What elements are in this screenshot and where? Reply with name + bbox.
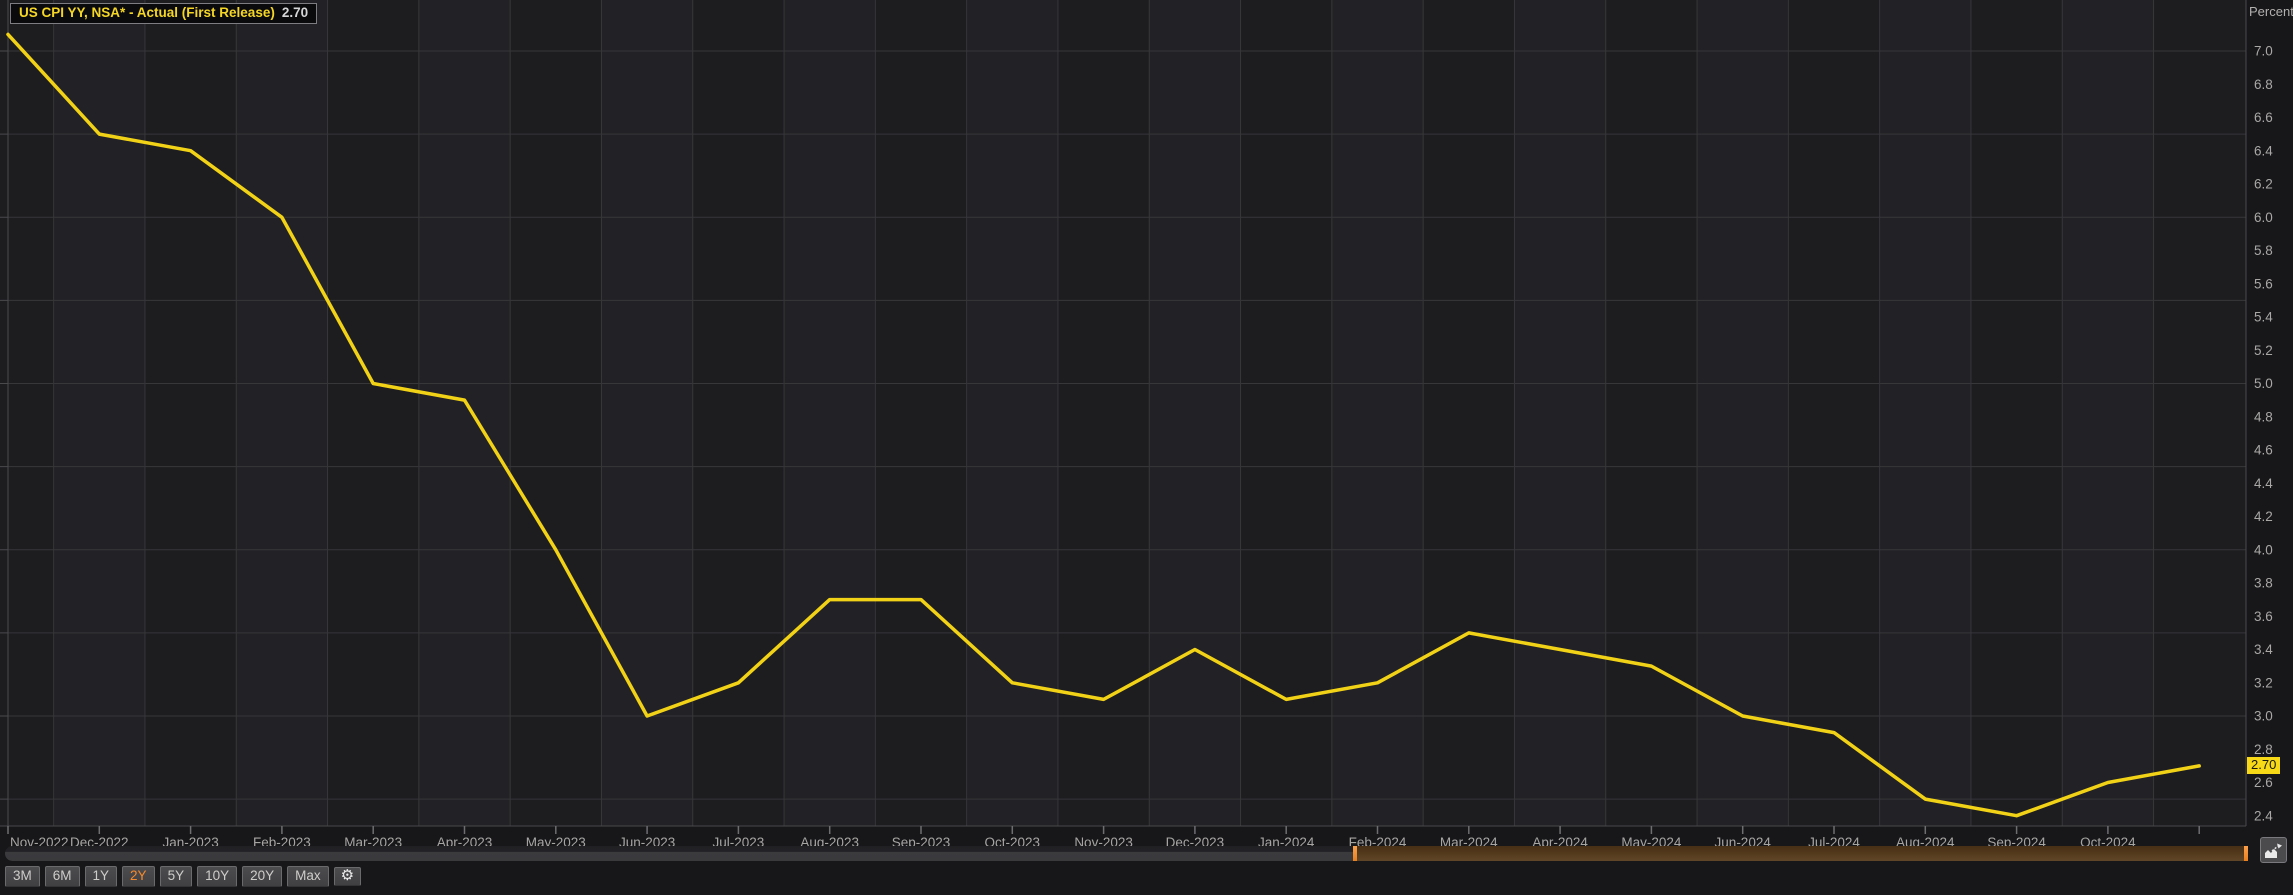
y-tick-label: 5.4 bbox=[2254, 310, 2273, 325]
y-tick-label: 2.4 bbox=[2254, 808, 2273, 823]
month-band bbox=[1332, 0, 1423, 826]
month-band bbox=[1697, 0, 1788, 826]
y-tick-label: 5.2 bbox=[2254, 343, 2273, 358]
y-tick-label: 4.8 bbox=[2254, 409, 2273, 424]
y-tick-label: 4.6 bbox=[2254, 443, 2273, 458]
y-tick-label: 7.0 bbox=[2254, 44, 2273, 59]
range-button-1y[interactable]: 1Y bbox=[85, 866, 118, 887]
scrollbar-track[interactable] bbox=[5, 846, 1353, 861]
y-axis-unit-label: Percent bbox=[2249, 4, 2293, 19]
month-band bbox=[2062, 0, 2153, 826]
cpi-chart-window: Nov-2022Dec-2022Jan-2023Feb-2023Mar-2023… bbox=[0, 0, 2293, 895]
gear-icon[interactable]: ⚙ bbox=[334, 867, 361, 886]
month-band bbox=[236, 0, 327, 826]
range-button-5y[interactable]: 5Y bbox=[160, 866, 193, 887]
y-tick-label: 6.6 bbox=[2254, 110, 2273, 125]
y-tick-label: 4.0 bbox=[2254, 542, 2273, 557]
last-value-badge: 2.70 bbox=[2247, 757, 2280, 774]
y-tick-label: 5.0 bbox=[2254, 376, 2273, 391]
y-tick-label: 5.8 bbox=[2254, 243, 2273, 258]
y-tick-label: 3.8 bbox=[2254, 576, 2273, 591]
range-button-bar: 3M6M1Y2Y5Y10Y20YMax ⚙ bbox=[5, 866, 361, 887]
scrollbar-selected-range[interactable] bbox=[1353, 846, 2248, 861]
range-button-10y[interactable]: 10Y bbox=[197, 866, 237, 887]
y-tick-label: 4.4 bbox=[2254, 476, 2273, 491]
y-tick-label: 5.6 bbox=[2254, 276, 2273, 291]
range-button-2y[interactable]: 2Y bbox=[122, 866, 155, 887]
y-tick-label: 2.6 bbox=[2254, 775, 2273, 790]
month-band bbox=[1880, 0, 1971, 826]
range-button-3m[interactable]: 3M bbox=[5, 866, 40, 887]
y-tick-label: 3.6 bbox=[2254, 609, 2273, 624]
scrollbar-right-handle[interactable] bbox=[2244, 846, 2248, 861]
y-tick-label: 2.8 bbox=[2254, 742, 2273, 757]
chart-with-arrow-icon bbox=[2264, 842, 2283, 859]
y-tick-label: 3.4 bbox=[2254, 642, 2273, 657]
series-last-value: 2.70 bbox=[282, 5, 308, 20]
y-tick-label: 3.2 bbox=[2254, 675, 2273, 690]
month-band bbox=[54, 0, 145, 826]
month-band bbox=[1149, 0, 1240, 826]
month-band bbox=[1514, 0, 1605, 826]
time-range-scrollbar[interactable] bbox=[5, 846, 2248, 861]
range-button-6m[interactable]: 6M bbox=[45, 866, 80, 887]
y-tick-label: 3.0 bbox=[2254, 709, 2273, 724]
series-legend[interactable]: US CPI YY, NSA* - Actual (First Release)… bbox=[10, 3, 317, 24]
scrollbar-left-handle[interactable] bbox=[1353, 846, 1357, 861]
open-chart-app-button[interactable] bbox=[2260, 837, 2287, 863]
y-tick-label: 6.4 bbox=[2254, 143, 2273, 158]
y-tick-label: 6.0 bbox=[2254, 210, 2273, 225]
chart-canvas[interactable]: Nov-2022Dec-2022Jan-2023Feb-2023Mar-2023… bbox=[0, 0, 2293, 862]
month-band bbox=[967, 0, 1058, 826]
month-band bbox=[419, 0, 510, 826]
y-tick-label: 6.2 bbox=[2254, 177, 2273, 192]
range-button-20y[interactable]: 20Y bbox=[242, 866, 282, 887]
y-tick-label: 6.8 bbox=[2254, 77, 2273, 92]
series-title: US CPI YY, NSA* - Actual (First Release) bbox=[19, 5, 275, 20]
range-button-max[interactable]: Max bbox=[287, 866, 329, 887]
month-band bbox=[784, 0, 875, 826]
y-tick-label: 4.2 bbox=[2254, 509, 2273, 524]
month-band bbox=[601, 0, 692, 826]
